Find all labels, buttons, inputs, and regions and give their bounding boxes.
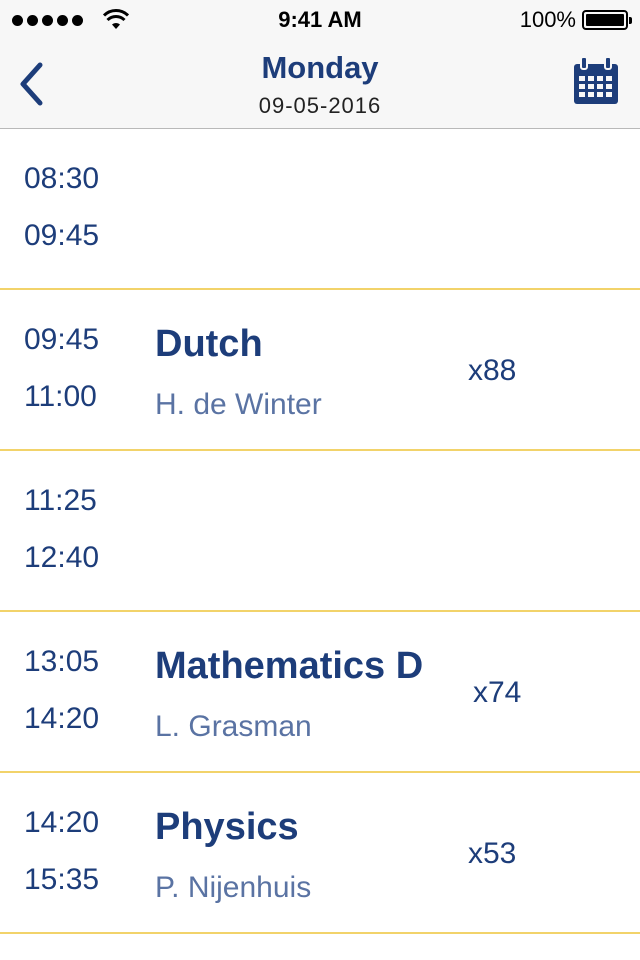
start-time: 09:45 <box>24 323 100 356</box>
calendar-icon <box>574 56 618 104</box>
teacher-name: H. de Winter <box>155 388 322 421</box>
start-time: 14:20 <box>24 806 100 839</box>
end-time: 15:35 <box>24 863 100 896</box>
room-label: x74 <box>473 676 522 709</box>
battery-status: 100% <box>519 7 632 33</box>
subject-name: Physics <box>155 806 299 848</box>
end-time: 12:40 <box>24 541 100 574</box>
schedule-row[interactable]: 09:45 11:00 Dutch H. de Winter x88 <box>0 290 640 451</box>
teacher-name: P. Nijenhuis <box>155 871 312 904</box>
status-bar: 9:41 AM 100% <box>0 0 640 40</box>
start-time: 08:30 <box>24 162 100 195</box>
subject-name: Mathematics D <box>155 645 424 687</box>
end-time: 09:45 <box>24 219 100 252</box>
battery-fill <box>586 14 624 26</box>
page-date: 09-05-2016 <box>258 93 382 118</box>
schedule-list: 08:30 09:45 09:45 11:00 Dutch H. de Wint… <box>0 129 640 934</box>
schedule-row[interactable]: 14:20 15:35 Physics P. Nijenhuis x53 <box>0 773 640 934</box>
end-time: 14:20 <box>24 702 100 735</box>
schedule-row[interactable]: 11:25 12:40 <box>0 451 640 612</box>
start-time: 13:05 <box>24 645 100 678</box>
end-time: 11:00 <box>24 380 97 413</box>
battery-icon <box>582 10 632 30</box>
room-label: x88 <box>468 354 517 387</box>
schedule-row[interactable]: 13:05 14:20 Mathematics D L. Grasman x74 <box>0 612 640 773</box>
subject-name: Dutch <box>155 323 263 365</box>
room-label: x53 <box>468 837 517 870</box>
navigation-bar: Monday 09-05-2016 <box>0 40 640 129</box>
battery-percent: 100% <box>519 7 576 32</box>
teacher-name: L. Grasman <box>155 710 312 743</box>
calendar-button[interactable] <box>572 56 620 106</box>
schedule-row[interactable]: 08:30 09:45 <box>0 129 640 290</box>
start-time: 11:25 <box>24 484 97 517</box>
page-title: Monday <box>261 50 379 85</box>
